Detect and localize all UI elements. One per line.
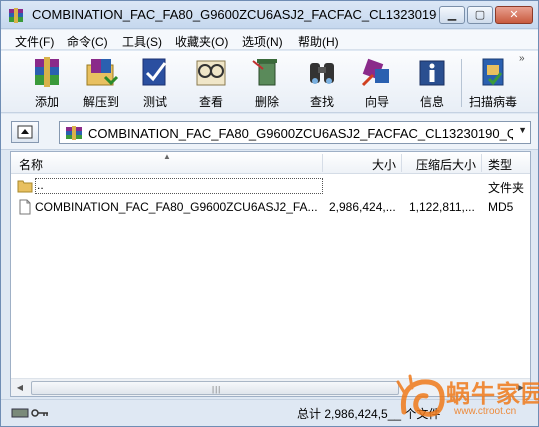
title-bar[interactable]: COMBINATION_FAC_FA80_G9600ZCU6ASJ2_FACFA… [1, 1, 538, 29]
find-label: 查找 [309, 95, 334, 109]
watermark-logo: 蜗牛家园 www.ctroot.cn [396, 372, 539, 424]
row-size: 2,986,424,... [329, 200, 396, 214]
menu-options[interactable]: 选项(N) [242, 33, 283, 50]
info-icon [419, 60, 445, 86]
delete-icon [252, 59, 277, 86]
test-label: 测试 [142, 95, 167, 109]
find-button[interactable]: 查找 [296, 54, 348, 110]
scrollbar-thumb[interactable]: ||| [31, 381, 399, 395]
address-bar: COMBINATION_FAC_FA80_G9600ZCU6ASJ2_FACFA… [1, 114, 538, 150]
column-type[interactable]: 类型 [488, 156, 512, 173]
info-label: 信息 [419, 95, 444, 109]
file-list[interactable]: ▲ 名称 大小 压缩后大小 类型 .. 文件夹 COMBINATION_FAC_… [10, 151, 531, 397]
view-button[interactable]: 查看 [185, 54, 237, 110]
menu-favorites[interactable]: 收藏夹(O) [175, 33, 228, 50]
winrar-app-icon [9, 8, 23, 23]
column-separator [481, 154, 482, 172]
column-separator [322, 154, 323, 172]
menu-bar: 文件(F) 命令(C) 工具(S) 收藏夹(O) 选项(N) 帮助(H) [1, 30, 538, 50]
row-name: COMBINATION_FAC_FA80_G9600ZCU6ASJ2_FA... [35, 200, 318, 214]
chevron-down-icon[interactable]: ▼ [518, 125, 527, 135]
archive-icon [66, 126, 82, 140]
drive-key-icon [11, 408, 48, 418]
menu-help[interactable]: 帮助(H) [298, 33, 339, 50]
test-icon [142, 58, 167, 86]
wizard-button[interactable]: 向导 [351, 54, 403, 110]
menu-commands[interactable]: 命令(C) [67, 33, 108, 50]
delete-button[interactable]: 删除 [241, 54, 293, 110]
row-packed-size: 1,122,811,... [409, 200, 475, 214]
add-archive-icon [35, 57, 59, 87]
column-size[interactable]: 大小 [372, 156, 396, 173]
column-packed[interactable]: 压缩后大小 [416, 156, 476, 173]
virus-scan-label: 扫描病毒 [469, 95, 517, 109]
view-label: 查看 [198, 95, 223, 109]
sort-ascending-icon: ▲ [163, 152, 171, 161]
wizard-icon [361, 58, 389, 87]
window-title: COMBINATION_FAC_FA80_G9600ZCU6ASJ2_FACFA… [32, 7, 437, 22]
file-icon [19, 199, 31, 215]
test-button[interactable]: 测试 [129, 54, 181, 110]
address-path: COMBINATION_FAC_FA80_G9600ZCU6ASJ2_FACFA… [88, 126, 513, 141]
menu-tools[interactable]: 工具(S) [122, 33, 162, 50]
close-button[interactable]: ✕ [495, 6, 533, 24]
scroll-left-icon[interactable]: ◀ [12, 380, 28, 396]
list-header: ▲ 名称 大小 压缩后大小 类型 [11, 152, 530, 174]
address-field[interactable]: COMBINATION_FAC_FA80_G9600ZCU6ASJ2_FACFA… [59, 121, 531, 144]
extract-to-icon [86, 59, 119, 86]
info-button[interactable]: 信息 [406, 54, 458, 110]
toolbar-overflow-chevron[interactable]: » [519, 53, 525, 64]
toolbar-separator [461, 59, 462, 107]
maximize-button[interactable]: ▢ [467, 6, 493, 24]
grip-icon: ||| [212, 385, 222, 394]
app-window: COMBINATION_FAC_FA80_G9600ZCU6ASJ2_FACFA… [0, 0, 539, 427]
extract-to-label: 解压到 [82, 95, 119, 109]
view-icon [196, 60, 226, 86]
virus-scan-icon [482, 58, 504, 86]
toolbar: 添加 解压到 测试 查看 删除 查找 向导 信息 扫描病毒 » [1, 51, 538, 113]
virus-scan-button[interactable]: 扫描病毒 [469, 54, 517, 110]
minimize-button[interactable]: ▁ [439, 6, 465, 24]
extract-to-button[interactable]: 解压到 [75, 54, 127, 110]
find-icon [310, 63, 334, 84]
up-folder-button[interactable] [11, 121, 39, 143]
row-type: MD5 [488, 200, 514, 214]
folder-icon [17, 180, 33, 193]
row-type: 文件夹 [488, 181, 525, 195]
add-label: 添加 [34, 95, 59, 109]
column-name[interactable]: 名称 [19, 156, 43, 173]
watermark-text: 蜗牛家园 [446, 381, 539, 408]
wizard-label: 向导 [364, 95, 389, 109]
watermark-url: www.ctroot.cn [454, 406, 517, 417]
add-button[interactable]: 添加 [21, 54, 73, 110]
column-separator [401, 154, 402, 172]
delete-label: 删除 [254, 95, 279, 109]
list-item-parent-folder[interactable]: .. 文件夹 [11, 176, 530, 196]
list-item-file[interactable]: COMBINATION_FAC_FA80_G9600ZCU6ASJ2_FA...… [11, 197, 530, 217]
menu-file[interactable]: 文件(F) [15, 33, 54, 50]
row-name: .. [35, 178, 323, 194]
up-arrow-icon [17, 125, 33, 139]
